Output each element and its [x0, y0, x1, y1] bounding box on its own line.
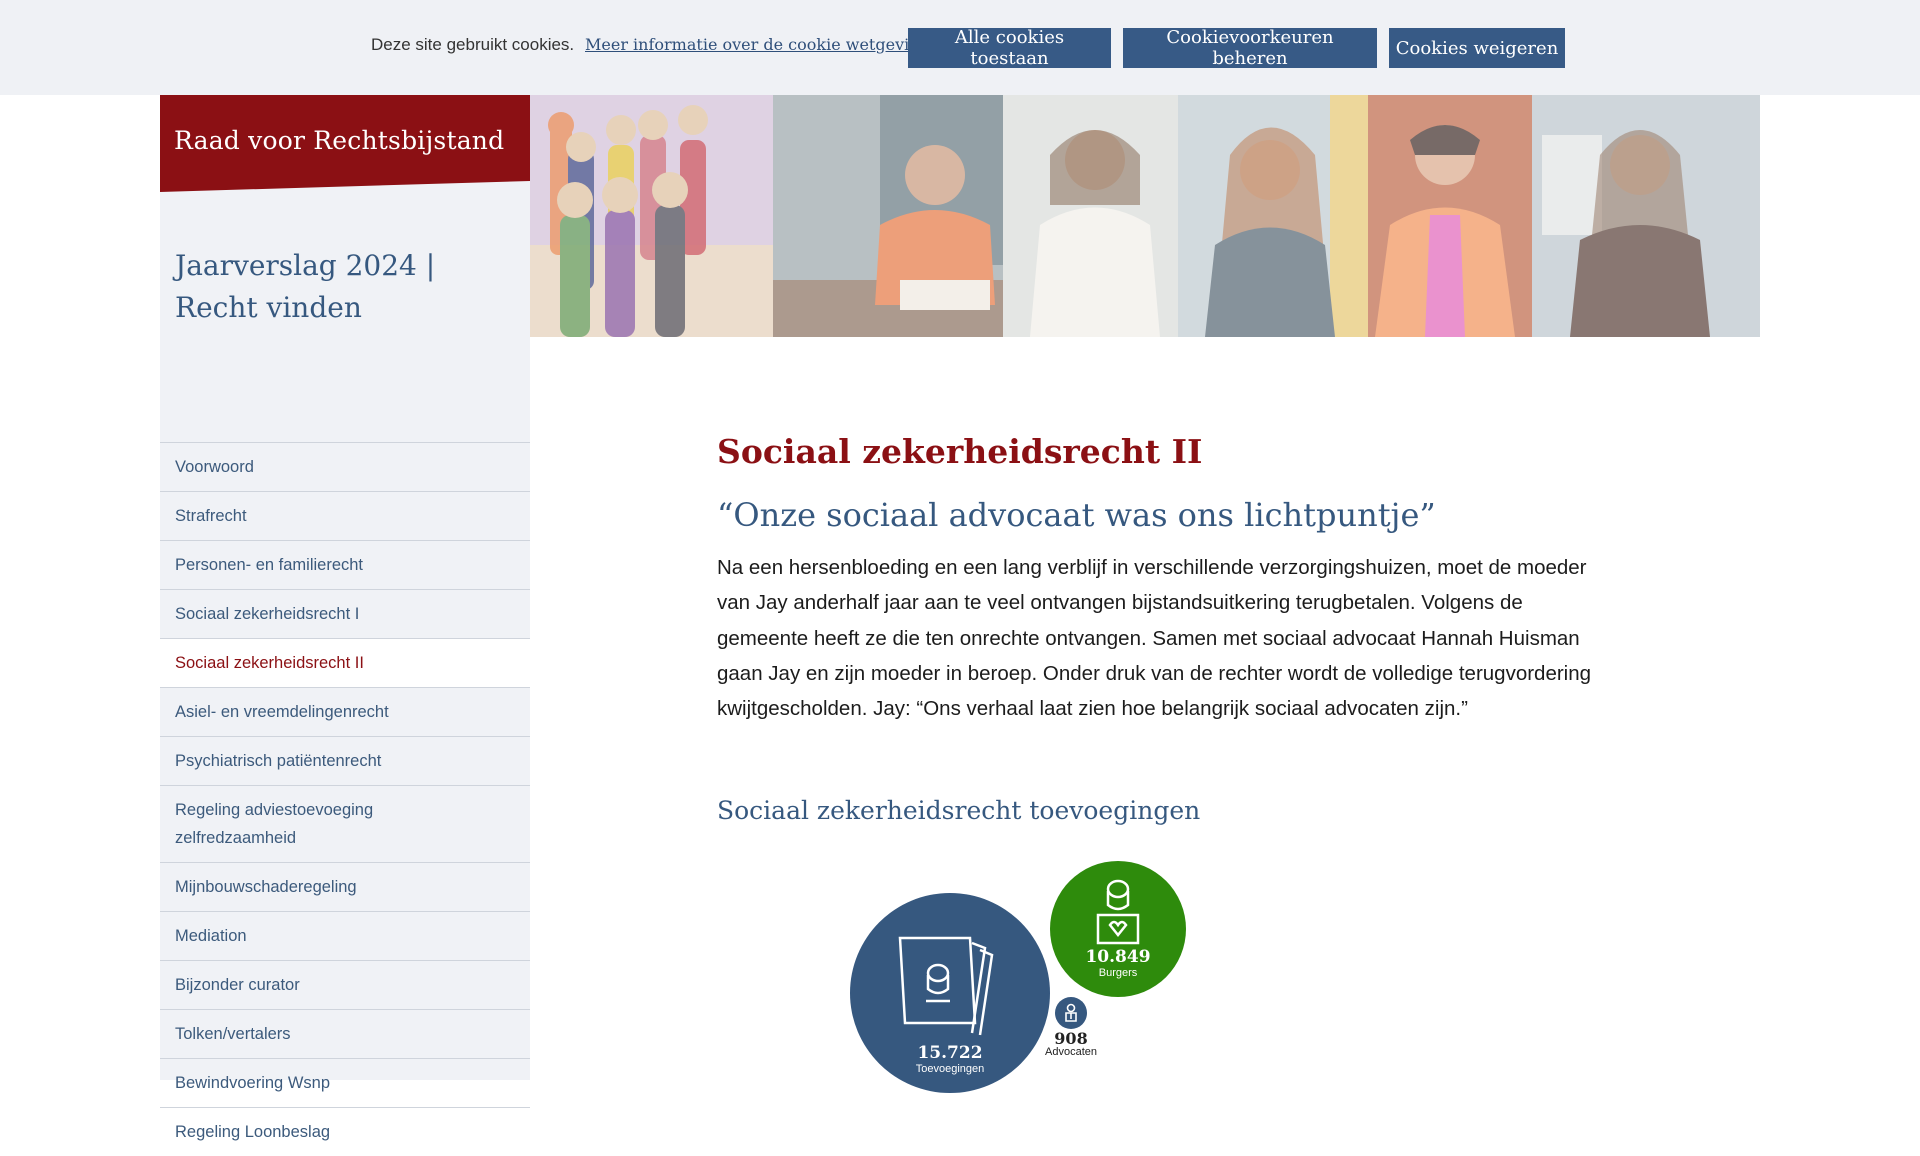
nav-item-bewindvoering-wsnp[interactable]: Bewindvoering Wsnp [160, 1058, 530, 1107]
nav-item-asiel-vreemdelingenrecht[interactable]: Asiel- en vreemdelingenrecht [160, 687, 530, 736]
quote-heading: “Onze sociaal advocaat was ons lichtpunt… [717, 496, 1436, 534]
nav-item-psychiatrisch-patientenrecht[interactable]: Psychiatrisch patiëntenrecht [160, 736, 530, 785]
toevoegingen-circle: 15.722 Toevoegingen [850, 893, 1050, 1093]
nav-item-voorwoord[interactable]: Voorwoord [160, 442, 530, 491]
burgers-label: Burgers [1098, 967, 1138, 979]
advocaten-label: Advocaten [1045, 1046, 1097, 1058]
manage-cookies-button[interactable]: Cookievoorkeuren beheren [1123, 27, 1377, 69]
cookie-bar: Deze site gebruikt cookies. Meer informa… [0, 0, 1920, 95]
lawyer-icon [1065, 1003, 1077, 1022]
nav-item-strafrecht[interactable]: Strafrecht [160, 491, 530, 540]
section-subtitle: Sociaal zekerheidsrecht toevoegingen [717, 796, 1201, 825]
sidebar-nav: Voorwoord Strafrecht Personen- en famili… [160, 442, 530, 1156]
burgers-circle: 10.849 Burgers [1050, 861, 1186, 997]
burgers-value: 10.849 [1085, 947, 1151, 967]
nav-item-mediation[interactable]: Mediation [160, 911, 530, 960]
page-title: Sociaal zekerheidsrecht II [717, 432, 1203, 471]
toevoegingen-label: Toevoegingen [915, 1063, 985, 1075]
site-logo[interactable]: Raad voor Rechtsbijstand [174, 126, 504, 155]
header-photo-collage [530, 95, 1760, 337]
nav-item-mijnbouwschaderegeling[interactable]: Mijnbouwschaderegeling [160, 862, 530, 911]
cookie-info-link[interactable]: Meer informatie over de cookie wetgeving [585, 35, 930, 54]
advocaten-circle [1055, 997, 1087, 1029]
accept-all-cookies-button[interactable]: Alle cookies toestaan [908, 27, 1111, 69]
report-title: Jaarverslag 2024 | Recht vinden [175, 249, 436, 324]
nav-item-sociaal-zekerheidsrecht-1[interactable]: Sociaal zekerheidsrecht I [160, 589, 530, 638]
toevoegingen-infographic: 15.722 Toevoegingen 10.849 Burgers 908 A… [840, 855, 1200, 1093]
cookie-text: Deze site gebruikt cookies. [371, 35, 575, 54]
nav-item-personen-familierecht[interactable]: Personen- en familierecht [160, 540, 530, 589]
nav-item-tolken-vertalers[interactable]: Tolken/vertalers [160, 1009, 530, 1058]
nav-item-bijzonder-curator[interactable]: Bijzonder curator [160, 960, 530, 1009]
nav-item-regeling-adviestoevoeging[interactable]: Regeling adviestoevoeging zelfredzaamhei… [160, 785, 530, 862]
toevoegingen-value: 15.722 [917, 1043, 983, 1063]
nav-item-sociaal-zekerheidsrecht-2[interactable]: Sociaal zekerheidsrecht II [160, 638, 530, 687]
reject-cookies-button[interactable]: Cookies weigeren [1389, 28, 1565, 68]
intro-paragraph: Na een hersenbloeding en een lang verbli… [717, 556, 1592, 721]
nav-item-regeling-loonbeslag[interactable]: Regeling Loonbeslag [160, 1107, 530, 1156]
